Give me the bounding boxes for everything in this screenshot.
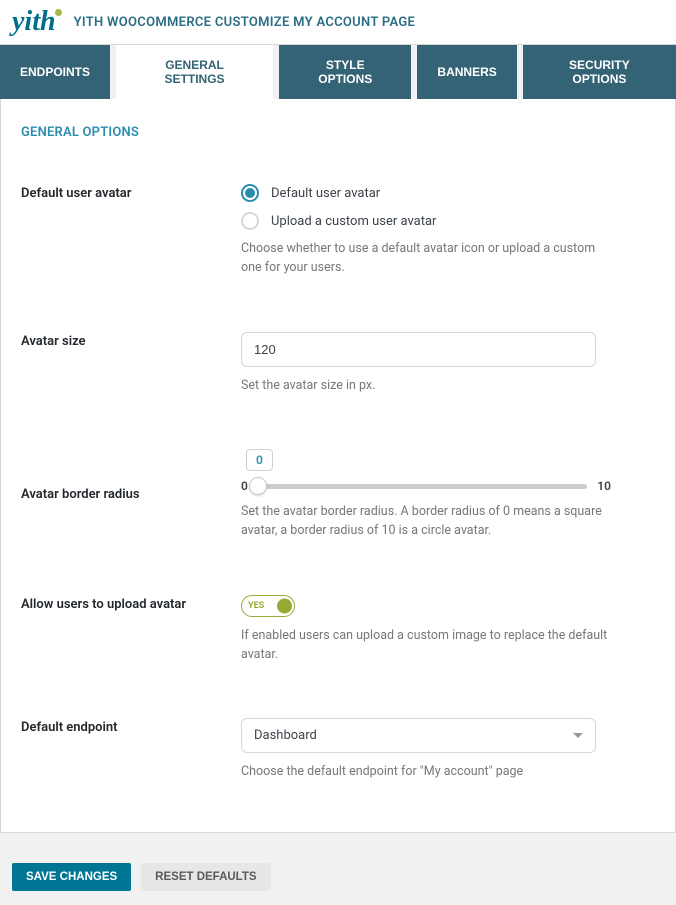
- field-allow-upload: Allow users to upload avatar YES If enab…: [21, 595, 655, 665]
- slider-thumb[interactable]: [249, 477, 267, 495]
- field-label: Allow users to upload avatar: [21, 595, 241, 612]
- tab-banners[interactable]: BANNERS: [417, 45, 516, 99]
- tab-endpoints[interactable]: ENDPOINTS: [0, 45, 110, 99]
- slider-min-label: 0: [241, 479, 248, 493]
- save-button[interactable]: SAVE CHANGES: [12, 863, 131, 891]
- field-label: Default endpoint: [21, 718, 241, 735]
- field-description: If enabled users can upload a custom ima…: [241, 627, 611, 665]
- footer-actions: SAVE CHANGES RESET DEFAULTS: [0, 863, 676, 905]
- radio-default-avatar[interactable]: Default user avatar: [241, 184, 611, 202]
- reset-button[interactable]: RESET DEFAULTS: [141, 863, 270, 891]
- default-endpoint-select[interactable]: Dashboard: [241, 718, 596, 753]
- field-description: Choose the default endpoint for "My acco…: [241, 763, 611, 782]
- radio-label: Default user avatar: [271, 186, 380, 201]
- avatar-size-input[interactable]: [241, 332, 596, 367]
- radio-icon: [241, 212, 259, 230]
- tab-bar: ENDPOINTS GENERAL SETTINGS STYLE OPTIONS…: [0, 45, 676, 99]
- select-value: Dashboard: [254, 728, 317, 743]
- toggle-knob-icon: [277, 598, 292, 613]
- tab-general-settings[interactable]: GENERAL SETTINGS: [116, 45, 273, 99]
- radio-custom-avatar[interactable]: Upload a custom user avatar: [241, 212, 611, 230]
- chevron-down-icon: [573, 733, 583, 738]
- radio-label: Upload a custom user avatar: [271, 214, 436, 229]
- tab-style-options[interactable]: STYLE OPTIONS: [279, 45, 411, 99]
- field-border-radius: Avatar border radius 0 0 10 Set the avat…: [21, 449, 655, 541]
- field-label: Default user avatar: [21, 184, 241, 201]
- field-default-avatar: Default user avatar Default user avatar …: [21, 184, 655, 278]
- settings-panel: GENERAL OPTIONS Default user avatar Defa…: [0, 99, 676, 833]
- slider-track[interactable]: [258, 484, 587, 489]
- field-description: Set the avatar size in px.: [241, 377, 611, 396]
- plugin-title: YITH WOOCOMMERCE CUSTOMIZE MY ACCOUNT PA…: [74, 15, 416, 30]
- toggle-text: YES: [248, 601, 264, 611]
- slider-value-bubble: 0: [246, 449, 273, 471]
- brand-logo: yith: [12, 6, 56, 38]
- tab-security-options[interactable]: SECURITY OPTIONS: [523, 45, 676, 99]
- field-avatar-size: Avatar size Set the avatar size in px.: [21, 332, 655, 396]
- section-title: GENERAL OPTIONS: [21, 125, 655, 140]
- field-label: Avatar size: [21, 332, 241, 349]
- field-description: Choose whether to use a default avatar i…: [241, 240, 611, 278]
- page-header: yith YITH WOOCOMMERCE CUSTOMIZE MY ACCOU…: [0, 0, 676, 45]
- field-label: Avatar border radius: [21, 449, 241, 502]
- border-radius-slider[interactable]: 0 0 10: [241, 449, 611, 493]
- field-default-endpoint: Default endpoint Dashboard Choose the de…: [21, 718, 655, 782]
- allow-upload-toggle[interactable]: YES: [241, 595, 295, 617]
- radio-icon: [241, 184, 259, 202]
- field-description: Set the avatar border radius. A border r…: [241, 503, 611, 541]
- slider-max-label: 10: [597, 479, 611, 493]
